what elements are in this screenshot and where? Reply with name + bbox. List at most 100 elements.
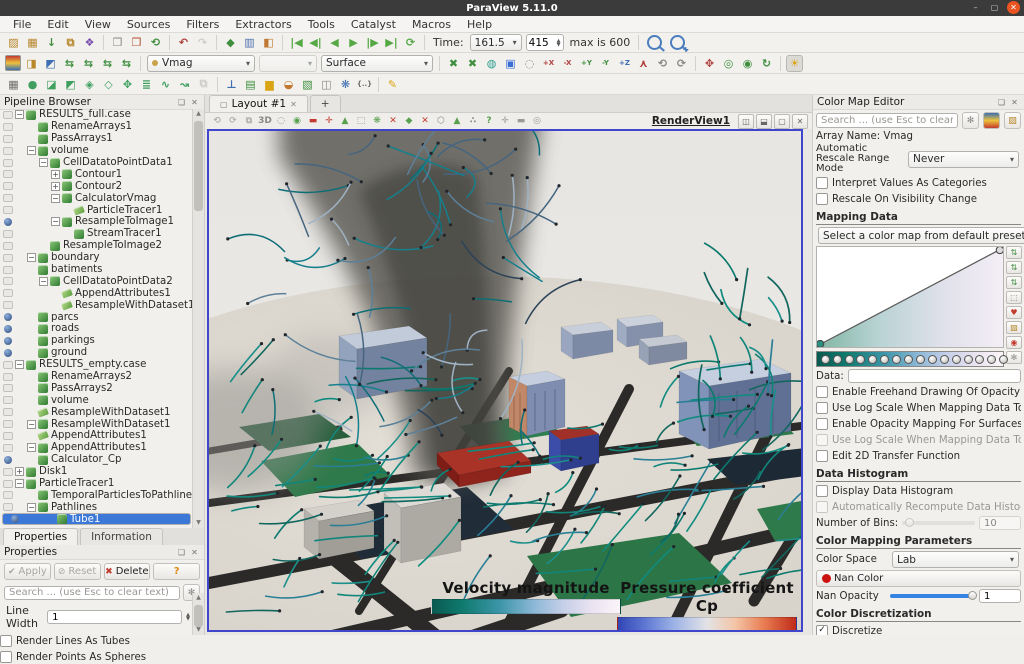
nan-color-button[interactable]: Nan Color bbox=[816, 570, 1021, 587]
render-icon[interactable]: ❖ bbox=[81, 34, 98, 51]
grow-selection-icon[interactable]: ? bbox=[482, 114, 496, 128]
visibility-toggle[interactable] bbox=[0, 170, 15, 178]
legend-pressure[interactable]: Pressure coefficient Cp bbox=[617, 579, 797, 632]
checkbox[interactable] bbox=[816, 418, 828, 430]
expand-icon[interactable]: + bbox=[51, 182, 60, 191]
expand-icon[interactable]: + bbox=[15, 467, 24, 476]
select-block-icon[interactable]: ◆ bbox=[402, 114, 416, 128]
visibility-toggle[interactable] bbox=[0, 337, 15, 345]
rescale-custom-range-icon[interactable]: ⇅ bbox=[1006, 261, 1022, 274]
clip-icon[interactable]: ◪ bbox=[43, 76, 60, 93]
camera-undo-icon[interactable]: ⟲ bbox=[210, 114, 224, 128]
data-value-input[interactable] bbox=[848, 369, 1021, 383]
pipeline-item-calculatorvmag[interactable]: −CalculatorVmag bbox=[0, 192, 193, 204]
clear-selection-icon[interactable]: ▬ bbox=[306, 114, 320, 128]
pipeline-item-renamearrays1[interactable]: RenameArrays1 bbox=[0, 121, 193, 133]
texture-icon[interactable]: ▧ bbox=[299, 76, 316, 93]
light-kit-icon[interactable]: ☀ bbox=[786, 55, 803, 72]
visibility-toggle[interactable] bbox=[0, 206, 15, 214]
collapse-icon[interactable]: − bbox=[39, 277, 48, 286]
pipeline-item-resamplewithdataset1[interactable]: ResampleWithDataset1 bbox=[0, 299, 193, 311]
close-panel-icon[interactable]: ✕ bbox=[189, 547, 200, 558]
visible-eye-icon[interactable] bbox=[4, 325, 12, 333]
hidden-eye-icon[interactable] bbox=[3, 491, 13, 499]
scalar-bar-icon[interactable] bbox=[5, 55, 21, 71]
visibility-toggle[interactable] bbox=[0, 194, 15, 202]
slice-icon[interactable]: ◩ bbox=[62, 76, 79, 93]
visibility-toggle[interactable] bbox=[0, 349, 15, 357]
copy-screenshot-icon[interactable]: ❒ bbox=[109, 34, 126, 51]
select-polygon-cells-icon[interactable]: ❋ bbox=[370, 114, 384, 128]
checkbox[interactable] bbox=[816, 386, 828, 398]
pick-center-icon[interactable]: ◉ bbox=[739, 55, 756, 72]
set-view-plus-x-icon[interactable]: +X bbox=[540, 55, 557, 72]
time-value-select[interactable]: 161.5▾ bbox=[470, 34, 522, 51]
zoom-to-selection-icon[interactable]: + bbox=[670, 35, 685, 50]
visibility-toggle[interactable] bbox=[0, 147, 15, 155]
server-connect-icon[interactable]: ▥ bbox=[241, 34, 258, 51]
plot-selection-icon[interactable]: ◫ bbox=[318, 76, 335, 93]
set-view-minus-x-icon[interactable]: -X bbox=[559, 55, 576, 72]
visibility-toggle[interactable] bbox=[7, 515, 22, 523]
group-datasets-icon[interactable]: ⧉ bbox=[195, 76, 212, 93]
transfer-point-start[interactable] bbox=[817, 340, 824, 347]
hidden-eye-icon[interactable] bbox=[3, 277, 13, 285]
pipeline-item-streamtracer1[interactable]: StreamTracer1 bbox=[0, 228, 193, 240]
visibility-toggle[interactable] bbox=[0, 218, 15, 226]
pipeline-item-contour2[interactable]: +Contour2 bbox=[0, 180, 193, 192]
hidden-eye-icon[interactable] bbox=[3, 254, 13, 262]
visibility-toggle[interactable] bbox=[0, 111, 15, 119]
color-control-point[interactable] bbox=[916, 355, 925, 364]
transfer-point-end[interactable] bbox=[996, 247, 1003, 254]
pipeline-item-renamearrays2[interactable]: RenameArrays2 bbox=[0, 371, 193, 383]
scroll-down-icon[interactable]: ▼ bbox=[193, 518, 204, 528]
select-frustum-cells-icon[interactable]: ▲ bbox=[338, 114, 352, 128]
color-control-point[interactable] bbox=[964, 355, 973, 364]
collapse-icon[interactable]: − bbox=[15, 110, 24, 119]
visibility-toggle[interactable] bbox=[0, 159, 15, 167]
delete-button[interactable]: ✖Delete bbox=[104, 563, 151, 580]
visible-eye-icon[interactable] bbox=[4, 456, 12, 464]
bins-input[interactable] bbox=[979, 516, 1021, 530]
hidden-eye-icon[interactable] bbox=[3, 384, 13, 392]
hidden-eye-icon[interactable] bbox=[3, 206, 13, 214]
load-state-icon[interactable]: ↓ bbox=[43, 34, 60, 51]
pipeline-item-contour1[interactable]: +Contour1 bbox=[0, 168, 193, 180]
pipeline-item-results-full-case[interactable]: −RESULTS_full.case bbox=[0, 109, 193, 121]
invert-transfer-icon[interactable]: ⬚ bbox=[1006, 291, 1022, 304]
hidden-eye-icon[interactable] bbox=[3, 361, 13, 369]
menu-tools[interactable]: Tools bbox=[301, 17, 342, 32]
collapse-icon[interactable]: − bbox=[27, 443, 36, 452]
set-view-minus-y-icon[interactable]: -Y bbox=[597, 55, 614, 72]
hidden-eye-icon[interactable] bbox=[3, 420, 13, 428]
checkbox[interactable] bbox=[816, 177, 828, 189]
loop-icon[interactable]: ⟳ bbox=[402, 34, 419, 51]
show-center-axes-icon[interactable]: ✥ bbox=[701, 55, 718, 72]
set-view-isometric-icon[interactable]: ⋏ bbox=[635, 55, 652, 72]
visibility-toggle[interactable] bbox=[0, 266, 15, 274]
pipeline-item-particletracer1[interactable]: ParticleTracer1 bbox=[0, 204, 193, 216]
color-control-point[interactable] bbox=[904, 355, 913, 364]
layout-tab[interactable]: ▢ Layout #1 ✕ bbox=[209, 95, 308, 112]
collapse-icon[interactable]: − bbox=[27, 420, 36, 429]
opacity-transfer-function-editor[interactable] bbox=[816, 246, 1004, 348]
pipeline-item-boundary[interactable]: −boundary bbox=[0, 252, 193, 264]
undo-icon[interactable]: ↶ bbox=[175, 34, 192, 51]
zoom-to-data-globe-icon[interactable]: ◍ bbox=[483, 55, 500, 72]
calculator-icon[interactable]: ▦ bbox=[5, 76, 22, 93]
close-tab-icon[interactable]: ✕ bbox=[290, 100, 297, 109]
hidden-eye-icon[interactable] bbox=[3, 503, 13, 511]
color-control-point[interactable] bbox=[987, 355, 996, 364]
pipeline-item-volume[interactable]: volume bbox=[0, 394, 193, 406]
pipeline-item-resampletoimage1[interactable]: −ResampleToImage1 bbox=[0, 216, 193, 228]
representation-select[interactable]: Surface▾ bbox=[321, 55, 433, 72]
hidden-eye-icon[interactable] bbox=[3, 396, 13, 404]
visibility-toggle[interactable] bbox=[0, 420, 15, 428]
help-button[interactable]: ? bbox=[153, 563, 200, 580]
visibility-toggle[interactable] bbox=[0, 468, 15, 476]
hidden-eye-icon[interactable] bbox=[3, 111, 13, 119]
pipeline-item-parkings[interactable]: parkings bbox=[0, 335, 193, 347]
extract-subset-icon[interactable]: ✥ bbox=[119, 76, 136, 93]
hidden-eye-icon[interactable] bbox=[3, 480, 13, 488]
close-panel-icon[interactable]: ✕ bbox=[189, 97, 200, 108]
